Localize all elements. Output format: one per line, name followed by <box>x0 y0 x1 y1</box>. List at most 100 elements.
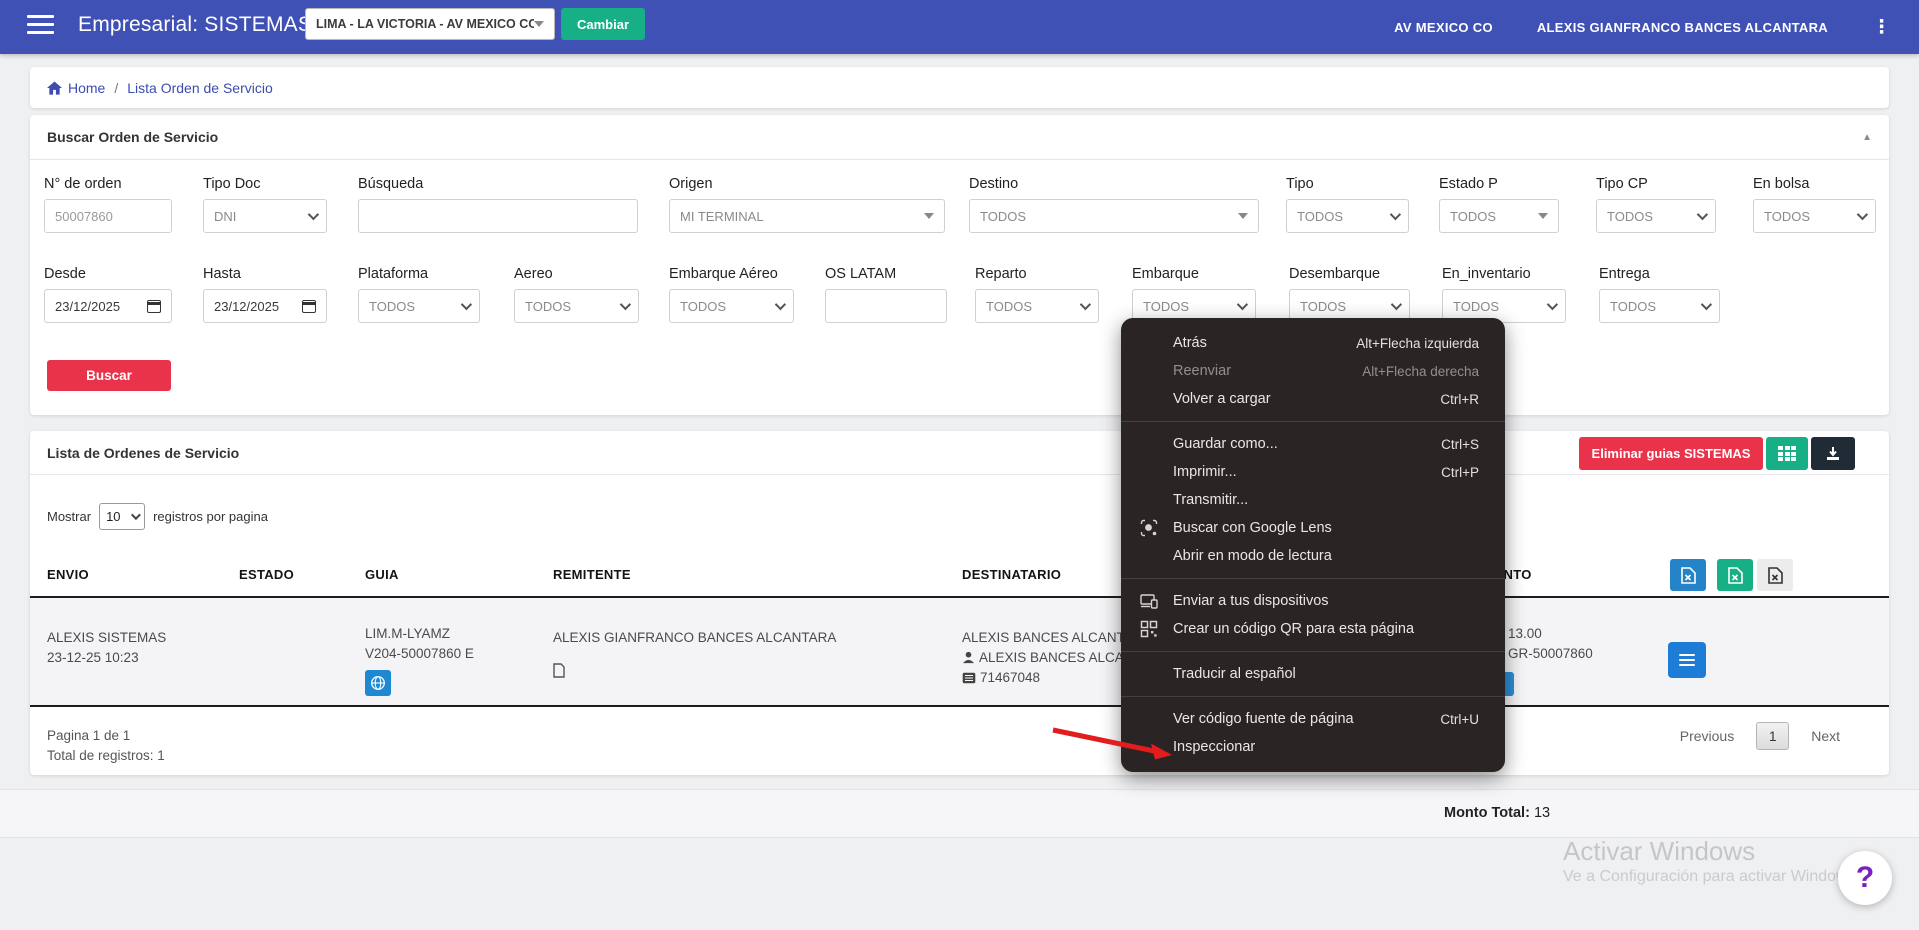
pagination: Previous 1 Next <box>1680 722 1840 750</box>
filter-tipo: Tipo TODOS <box>1286 176 1409 233</box>
estado-p-select[interactable]: TODOS <box>1439 199 1559 233</box>
context-menu-item-print[interactable]: Imprimir...Ctrl+P <box>1121 458 1505 486</box>
filter-embarque-aereo: Embarque Aéreo TODOS <box>669 266 794 323</box>
filter-os-latam: OS LATAM <box>825 266 947 323</box>
en-bolsa-select[interactable]: TODOS <box>1753 199 1876 233</box>
aereo-select[interactable]: TODOS <box>514 289 639 323</box>
filter-aereo: Aereo TODOS <box>514 266 639 323</box>
context-menu-item-send-to-devices[interactable]: Enviar a tus dispositivos <box>1121 587 1505 615</box>
context-menu-item-reload[interactable]: Volver a cargarCtrl+R <box>1121 385 1505 413</box>
kebab-menu-icon[interactable]: ⋮ <box>1872 16 1891 39</box>
col-estado[interactable]: ESTADO <box>239 567 294 582</box>
col-destinatario[interactable]: DESTINATARIO <box>962 567 1061 582</box>
devices-icon <box>1140 592 1158 610</box>
pagination-info: Pagina 1 de 1 Total de registros: 1 <box>47 726 165 766</box>
orders-list-title: Lista de Ordenes de Servicio <box>47 445 239 461</box>
navbar-location[interactable]: AV MEXICO CO <box>1394 20 1493 35</box>
hasta-date-input[interactable]: 23/12/2025 <box>203 289 327 323</box>
filter-tipo-doc: Tipo Doc DNI <box>203 176 327 233</box>
tipo-doc-select[interactable]: DNI <box>203 199 327 233</box>
menu-separator <box>1121 421 1505 422</box>
eliminar-guias-button[interactable]: Eliminar guias SISTEMAS <box>1579 437 1763 470</box>
menu-separator <box>1121 651 1505 652</box>
buscar-button[interactable]: Buscar <box>47 360 171 391</box>
embarque-aereo-select[interactable]: TODOS <box>669 289 794 323</box>
chevron-down-icon <box>1547 299 1558 310</box>
filter-hasta: Hasta 23/12/2025 <box>203 266 327 323</box>
person-icon <box>962 651 975 664</box>
chevron-down-icon <box>1857 209 1868 220</box>
chevron-down-icon <box>131 510 141 520</box>
page-size-select[interactable]: 10 <box>99 503 145 530</box>
previous-button[interactable]: Previous <box>1680 728 1734 744</box>
breadcrumb-current[interactable]: Lista Orden de Servicio <box>127 80 273 96</box>
page-size-row: Mostrar 10 registros por pagina <box>47 503 268 530</box>
filter-destino: Destino TODOS <box>969 176 1259 233</box>
col-guia[interactable]: GUIA <box>365 567 399 582</box>
origen-select[interactable]: MI TERMINAL <box>669 199 945 233</box>
export-excel-blue-button[interactable] <box>1670 559 1706 591</box>
search-panel-title: Buscar Orden de Servicio <box>47 129 218 145</box>
filter-plataforma: Plataforma TODOS <box>358 266 480 323</box>
table-row[interactable]: ALEXIS SISTEMAS 23-12-25 10:23 LIM.M-LYA… <box>30 598 1889 707</box>
tipo-cp-select[interactable]: TODOS <box>1596 199 1716 233</box>
total-info: Total de registros: 1 <box>47 746 165 766</box>
globe-icon <box>370 675 386 691</box>
navbar-user[interactable]: ALEXIS GIANFRANCO BANCES ALCANTARA <box>1537 20 1828 35</box>
search-panel: Buscar Orden de Servicio ▲ N° de orden T… <box>30 115 1889 415</box>
context-menu-item-google-lens[interactable]: Buscar con Google Lens <box>1121 514 1505 542</box>
download-button[interactable] <box>1811 437 1855 470</box>
filter-en-inventario: En_inventario TODOS <box>1442 266 1566 323</box>
context-menu-item-inspect[interactable]: Inspeccionar <box>1121 733 1505 761</box>
navbar-right: AV MEXICO CO ALEXIS GIANFRANCO BANCES AL… <box>1394 0 1891 54</box>
chevron-down-icon <box>1701 299 1712 310</box>
hamburger-icon[interactable] <box>27 15 54 36</box>
context-menu-item-save-as[interactable]: Guardar como...Ctrl+S <box>1121 430 1505 458</box>
desde-date-input[interactable]: 23/12/2025 <box>44 289 172 323</box>
activate-windows-subtext: Ve a Configuración para activar Windows. <box>1563 868 1860 886</box>
page-1-button[interactable]: 1 <box>1756 722 1789 750</box>
calendar-icon <box>302 300 316 313</box>
chevron-down-icon <box>1238 213 1248 219</box>
chevron-down-icon <box>461 299 472 310</box>
context-menu-item-forward: ReenviarAlt+Flecha derecha <box>1121 357 1505 385</box>
row-actions-button[interactable] <box>1668 642 1706 678</box>
context-menu-item-back[interactable]: AtrásAlt+Flecha izquierda <box>1121 329 1505 357</box>
col-envio[interactable]: ENVIO <box>47 567 89 582</box>
collapse-caret-icon[interactable]: ▲ <box>1862 132 1872 143</box>
context-menu-item-view-source[interactable]: Ver código fuente de páginaCtrl+U <box>1121 705 1505 733</box>
home-icon <box>47 81 62 95</box>
document-icon[interactable] <box>553 663 565 678</box>
export-excel-grey-button[interactable] <box>1757 559 1793 591</box>
filter-busqueda: Búsqueda <box>358 176 638 233</box>
busqueda-input[interactable] <box>358 199 638 233</box>
plataforma-select[interactable]: TODOS <box>358 289 480 323</box>
numero-orden-input[interactable] <box>44 199 172 233</box>
table-grid-icon <box>1778 446 1796 461</box>
tipo-select[interactable]: TODOS <box>1286 199 1409 233</box>
chevron-down-icon <box>308 209 319 220</box>
next-button[interactable]: Next <box>1811 728 1840 744</box>
change-branch-button[interactable]: Cambiar <box>561 8 645 40</box>
context-menu-item-create-qr[interactable]: Crear un código QR para esta página <box>1121 615 1505 643</box>
qr-code-icon <box>1140 620 1158 638</box>
tracking-web-button[interactable] <box>365 670 391 696</box>
cell-envio: ALEXIS SISTEMAS 23-12-25 10:23 <box>47 628 166 668</box>
search-panel-header: Buscar Orden de Servicio ▲ <box>30 115 1889 160</box>
breadcrumb: Home / Lista Orden de Servicio <box>30 67 1889 108</box>
context-menu-item-reader-mode[interactable]: Abrir en modo de lectura <box>1121 542 1505 570</box>
breadcrumb-home-link[interactable]: Home <box>47 80 105 96</box>
help-button[interactable]: ? <box>1838 851 1892 905</box>
destino-select[interactable]: TODOS <box>969 199 1259 233</box>
context-menu-item-cast[interactable]: Transmitir... <box>1121 486 1505 514</box>
branch-select[interactable]: LIMA - LA VICTORIA - AV MEXICO CO <box>305 8 555 40</box>
reparto-select[interactable]: TODOS <box>975 289 1099 323</box>
filter-embarque: Embarque TODOS <box>1132 266 1256 323</box>
context-menu-item-translate[interactable]: Traducir al español <box>1121 660 1505 688</box>
os-latam-input[interactable] <box>825 289 947 323</box>
export-excel-green-button[interactable] <box>1717 559 1753 591</box>
entrega-select[interactable]: TODOS <box>1599 289 1720 323</box>
table-view-button[interactable] <box>1766 437 1808 470</box>
chevron-down-icon <box>534 21 544 27</box>
col-remitente[interactable]: REMITENTE <box>553 567 631 582</box>
